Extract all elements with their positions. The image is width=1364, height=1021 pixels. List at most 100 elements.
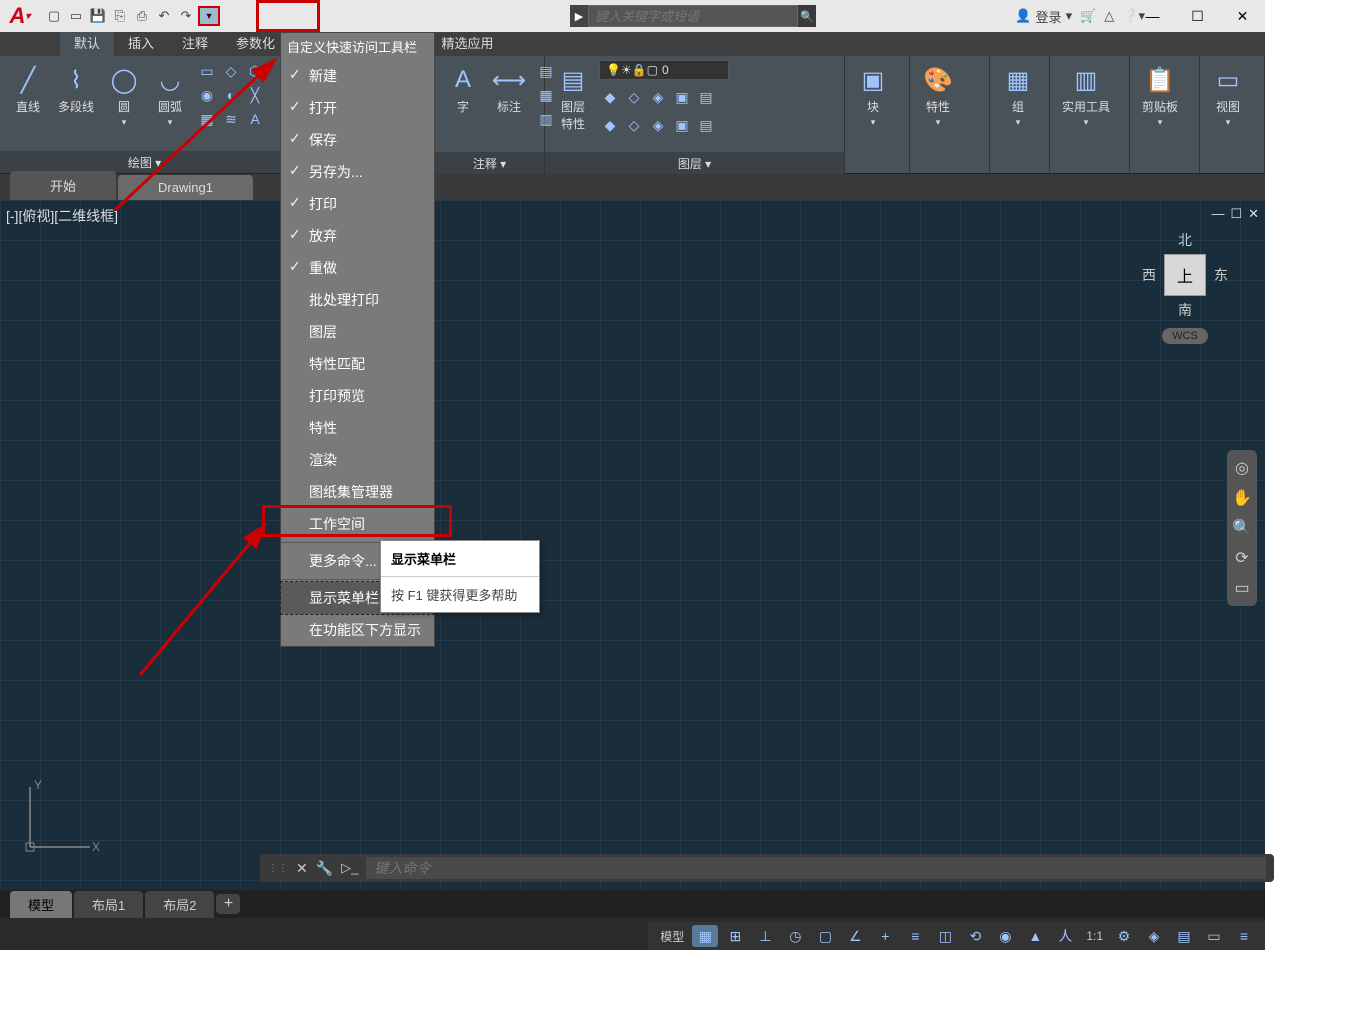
- nav-orbit-icon[interactable]: ⟳: [1235, 548, 1248, 568]
- panel-title-layer[interactable]: 图层 ▾: [545, 152, 844, 174]
- menu-item-open[interactable]: 打开: [281, 92, 434, 124]
- lay-s7[interactable]: ◇: [623, 114, 645, 136]
- tab-layout1[interactable]: 布局1: [74, 891, 143, 918]
- status-polar-icon[interactable]: ◷: [782, 925, 808, 947]
- lay-s4[interactable]: ▣: [671, 86, 693, 108]
- search-input[interactable]: [588, 5, 798, 27]
- maximize-button[interactable]: ☐: [1175, 0, 1220, 32]
- vp-close-icon[interactable]: ✕: [1248, 206, 1259, 222]
- tab-default[interactable]: 默认: [60, 29, 114, 56]
- menu-item-below[interactable]: 在功能区下方显示: [281, 614, 434, 646]
- block-button[interactable]: ▣块▾: [853, 60, 893, 132]
- lay-s8[interactable]: ◈: [647, 114, 669, 136]
- viewport-label[interactable]: [-][俯视][二维线框]: [6, 206, 118, 226]
- menu-item-batch[interactable]: 批处理打印: [281, 284, 434, 316]
- viewcube-south[interactable]: 南: [1178, 300, 1192, 320]
- viewcube-west[interactable]: 西: [1142, 265, 1156, 285]
- command-input[interactable]: [366, 857, 1266, 879]
- status-ortho-icon[interactable]: ⊥: [752, 925, 778, 947]
- lay-s6[interactable]: ◆: [599, 114, 621, 136]
- status-model[interactable]: 模型: [656, 928, 688, 945]
- dim-button[interactable]: ⟷标注: [489, 60, 529, 119]
- menu-item-new[interactable]: 新建: [281, 60, 434, 92]
- qat-save-icon[interactable]: 💾: [88, 6, 108, 26]
- tab-layout2[interactable]: 布局2: [145, 891, 214, 918]
- viewcube-wcs[interactable]: WCS: [1162, 328, 1208, 344]
- menu-item-props[interactable]: 特性: [281, 412, 434, 444]
- minimize-button[interactable]: —: [1130, 0, 1175, 32]
- vp-max-icon[interactable]: ☐: [1230, 206, 1242, 222]
- menu-item-undo[interactable]: 放弃: [281, 220, 434, 252]
- vp-min-icon[interactable]: —: [1211, 206, 1224, 222]
- group-button[interactable]: ▦组▾: [998, 60, 1038, 132]
- status-cycle-icon[interactable]: ⟲: [962, 925, 988, 947]
- qat-customize-dropdown[interactable]: ▾: [198, 6, 220, 26]
- layer-props-button[interactable]: ▤图层 特性: [553, 60, 593, 136]
- status-grid-icon[interactable]: ▦: [692, 925, 718, 947]
- menu-item-saveas[interactable]: 另存为...: [281, 156, 434, 188]
- qat-undo-icon[interactable]: ↶: [154, 6, 174, 26]
- status-s12-icon[interactable]: ▲: [1022, 925, 1048, 947]
- tab-annotate[interactable]: 注释: [168, 29, 222, 56]
- cmdline-close-icon[interactable]: ✕: [296, 860, 308, 877]
- status-scale[interactable]: 1:1: [1082, 929, 1107, 943]
- line-button[interactable]: ╱直线: [8, 60, 48, 119]
- lay-s9[interactable]: ▣: [671, 114, 693, 136]
- lay-s3[interactable]: ◈: [647, 86, 669, 108]
- menu-item-redo[interactable]: 重做: [281, 252, 434, 284]
- menu-item-render[interactable]: 渲染: [281, 444, 434, 476]
- nav-show-icon[interactable]: ▭: [1234, 578, 1249, 598]
- menu-item-preview[interactable]: 打印预览: [281, 380, 434, 412]
- status-custom-icon[interactable]: ≡: [1231, 925, 1257, 947]
- tab-insert[interactable]: 插入: [114, 29, 168, 56]
- menu-item-print[interactable]: 打印: [281, 188, 434, 220]
- nav-wheel-icon[interactable]: ◎: [1235, 458, 1249, 478]
- status-gear-icon[interactable]: ⚙: [1111, 925, 1137, 947]
- tab-start[interactable]: 开始: [10, 171, 116, 200]
- tab-parametric[interactable]: 参数化: [222, 29, 289, 56]
- polyline-button[interactable]: ⌇多段线: [54, 60, 98, 119]
- app-logo[interactable]: A▾: [0, 0, 40, 32]
- menu-item-save[interactable]: 保存: [281, 124, 434, 156]
- cmdline-tool-icon[interactable]: 🔧: [316, 860, 333, 877]
- qat-new-icon[interactable]: ▢: [44, 6, 64, 26]
- search-icon[interactable]: 🔍: [798, 5, 816, 27]
- status-snap-icon[interactable]: ⊞: [722, 925, 748, 947]
- viewcube[interactable]: 北 西 上 东 南 WCS: [1125, 230, 1245, 380]
- util-button[interactable]: ▥实用工具▾: [1058, 60, 1114, 132]
- status-trans-icon[interactable]: ◫: [932, 925, 958, 947]
- nav-pan-icon[interactable]: ✋: [1232, 488, 1252, 508]
- menu-item-sheetset[interactable]: 图纸集管理器: [281, 476, 434, 508]
- search-expand-icon[interactable]: ▶: [570, 5, 588, 27]
- a360-icon[interactable]: △: [1104, 8, 1114, 24]
- exchange-icon[interactable]: 🛒: [1080, 8, 1096, 24]
- clipboard-button[interactable]: 📋剪贴板▾: [1138, 60, 1182, 132]
- viewcube-top[interactable]: 上: [1164, 254, 1206, 296]
- qat-redo-icon[interactable]: ↷: [176, 6, 196, 26]
- status-s16-icon[interactable]: ▤: [1171, 925, 1197, 947]
- tab-model[interactable]: 模型: [10, 891, 72, 918]
- panel-title-annot[interactable]: 注释 ▾: [435, 152, 544, 174]
- ucs-icon[interactable]: YX: [20, 777, 100, 860]
- qat-print-icon[interactable]: ⎙: [132, 6, 152, 26]
- lay-s10[interactable]: ▤: [695, 114, 717, 136]
- menu-item-layer[interactable]: 图层: [281, 316, 434, 348]
- view-button[interactable]: ▭视图▾: [1208, 60, 1248, 132]
- qat-open-icon[interactable]: ▭: [66, 6, 86, 26]
- lay-s5[interactable]: ▤: [695, 86, 717, 108]
- status-s13-icon[interactable]: 人: [1052, 925, 1078, 947]
- close-button[interactable]: ✕: [1220, 0, 1265, 32]
- menu-item-workspace[interactable]: 工作空间: [281, 508, 434, 540]
- status-s11-icon[interactable]: ◉: [992, 925, 1018, 947]
- props-button[interactable]: 🎨特性▾: [918, 60, 958, 132]
- text-button[interactable]: A字: [443, 60, 483, 119]
- status-dyn-icon[interactable]: +: [872, 925, 898, 947]
- tab-featured[interactable]: 精选应用: [427, 29, 507, 56]
- status-lw-icon[interactable]: ≡: [902, 925, 928, 947]
- login-button[interactable]: 👤 登录 ▾: [1015, 7, 1072, 26]
- layer-selector[interactable]: 💡☀🔒▢ 0: [599, 60, 729, 80]
- cmdline-grip-icon[interactable]: ⋮⋮: [268, 863, 288, 874]
- lay-s1[interactable]: ◆: [599, 86, 621, 108]
- menu-item-match[interactable]: 特性匹配: [281, 348, 434, 380]
- status-s15-icon[interactable]: ◈: [1141, 925, 1167, 947]
